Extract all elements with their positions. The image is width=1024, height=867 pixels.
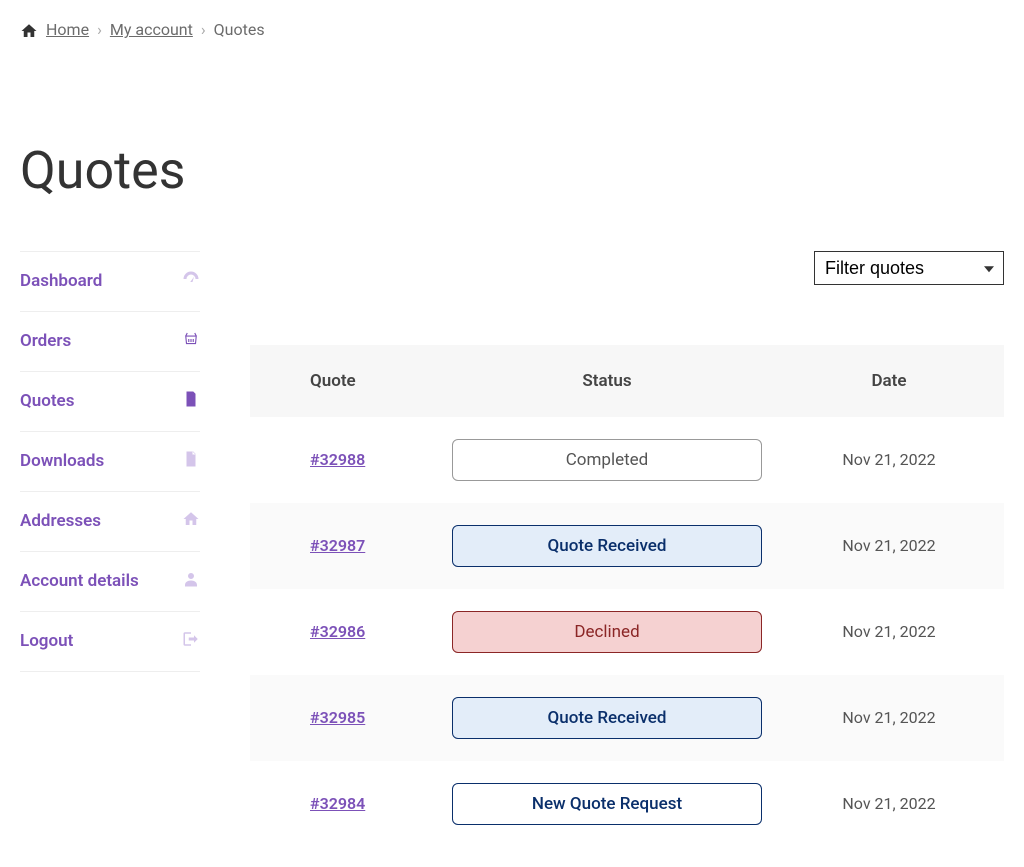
filter-select-wrapper: Filter quotes <box>814 251 1004 285</box>
sidebar-item-orders[interactable]: Orders <box>20 311 200 371</box>
table-header: Quote Status Date <box>250 345 1004 417</box>
logout-icon <box>182 630 200 653</box>
table-row: #32984 New Quote Request Nov 21, 2022 <box>250 761 1004 847</box>
filter-quotes-select[interactable]: Filter quotes <box>814 251 1004 285</box>
date-cell: Nov 21, 2022 <box>774 708 1004 727</box>
breadcrumb-current: Quotes <box>214 20 265 39</box>
house-icon <box>182 510 200 533</box>
sidebar-item-account-details[interactable]: Account details <box>20 551 200 611</box>
user-icon <box>182 570 200 593</box>
breadcrumb-myaccount[interactable]: My account <box>110 20 193 39</box>
document-icon <box>182 390 200 413</box>
quotes-table: Quote Status Date #32988 Completed Nov 2… <box>250 345 1004 847</box>
status-badge: Declined <box>452 611 762 653</box>
header-date: Date <box>774 371 1004 391</box>
header-status: Status <box>440 371 774 391</box>
quote-link[interactable]: #32986 <box>310 622 365 641</box>
date-cell: Nov 21, 2022 <box>774 536 1004 555</box>
main-content: Filter quotes Quote Status Date #32988 C… <box>250 251 1004 847</box>
breadcrumb-separator: › <box>201 20 206 39</box>
sidebar-item-label: Downloads <box>20 451 104 471</box>
sidebar-item-label: Dashboard <box>20 271 102 291</box>
table-row: #32985 Quote Received Nov 21, 2022 <box>250 675 1004 761</box>
sidebar-item-label: Orders <box>20 331 71 351</box>
sidebar-item-label: Quotes <box>20 391 74 411</box>
breadcrumb-separator: › <box>97 20 102 39</box>
sidebar-item-addresses[interactable]: Addresses <box>20 491 200 551</box>
sidebar: Dashboard Orders Quotes Downloads Addres… <box>20 251 200 672</box>
page-title: Quotes <box>20 140 1004 201</box>
sidebar-item-label: Logout <box>20 631 73 651</box>
status-badge: New Quote Request <box>452 783 762 825</box>
quote-link[interactable]: #32985 <box>310 708 365 727</box>
header-quote: Quote <box>250 371 440 391</box>
file-icon <box>182 450 200 473</box>
table-row: #32988 Completed Nov 21, 2022 <box>250 417 1004 503</box>
status-badge: Completed <box>452 439 762 481</box>
basket-icon <box>182 330 200 353</box>
sidebar-item-downloads[interactable]: Downloads <box>20 431 200 491</box>
status-badge: Quote Received <box>452 525 762 567</box>
sidebar-item-label: Account details <box>20 571 139 591</box>
sidebar-item-logout[interactable]: Logout <box>20 611 200 672</box>
home-icon <box>20 20 38 40</box>
breadcrumb: Home › My account › Quotes <box>20 20 1004 40</box>
breadcrumb-home[interactable]: Home <box>46 20 89 39</box>
table-row: #32987 Quote Received Nov 21, 2022 <box>250 503 1004 589</box>
sidebar-item-dashboard[interactable]: Dashboard <box>20 251 200 311</box>
quote-link[interactable]: #32987 <box>310 536 365 555</box>
quote-link[interactable]: #32984 <box>310 794 365 813</box>
date-cell: Nov 21, 2022 <box>774 450 1004 469</box>
dashboard-icon <box>182 270 200 293</box>
sidebar-item-quotes[interactable]: Quotes <box>20 371 200 431</box>
status-badge: Quote Received <box>452 697 762 739</box>
quote-link[interactable]: #32988 <box>310 450 365 469</box>
table-row: #32986 Declined Nov 21, 2022 <box>250 589 1004 675</box>
date-cell: Nov 21, 2022 <box>774 622 1004 641</box>
filter-row: Filter quotes <box>250 251 1004 285</box>
date-cell: Nov 21, 2022 <box>774 794 1004 813</box>
sidebar-item-label: Addresses <box>20 511 101 531</box>
